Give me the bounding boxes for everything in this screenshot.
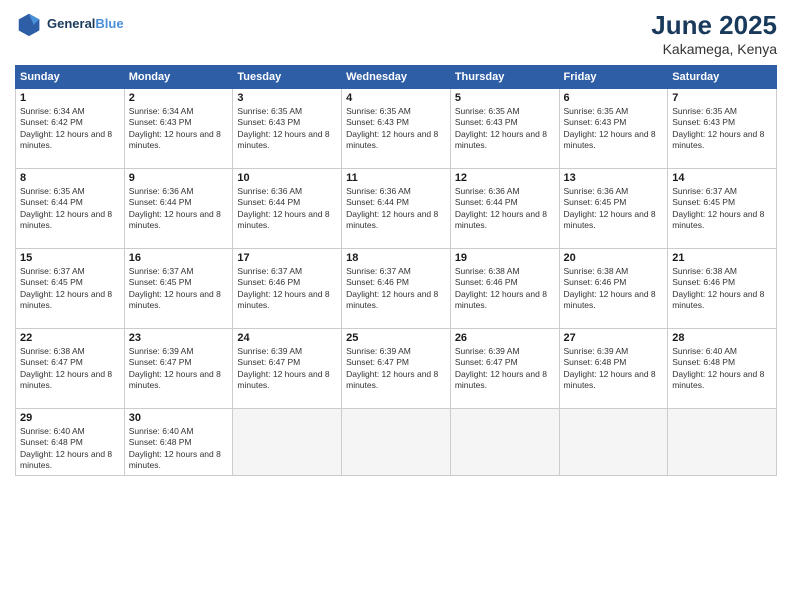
col-wednesday: Wednesday	[342, 66, 451, 89]
day-18: 18 Sunrise: 6:37 AMSunset: 6:46 PMDaylig…	[342, 249, 451, 329]
logo: GeneralBlue	[15, 10, 124, 38]
col-tuesday: Tuesday	[233, 66, 342, 89]
day-22: 22 Sunrise: 6:38 AMSunset: 6:47 PMDaylig…	[16, 329, 125, 409]
day-17: 17 Sunrise: 6:37 AMSunset: 6:46 PMDaylig…	[233, 249, 342, 329]
day-19: 19 Sunrise: 6:38 AMSunset: 6:46 PMDaylig…	[450, 249, 559, 329]
calendar-header-row: Sunday Monday Tuesday Wednesday Thursday…	[16, 66, 777, 89]
day-9: 9 Sunrise: 6:36 AMSunset: 6:44 PMDayligh…	[124, 169, 233, 249]
day-14: 14 Sunrise: 6:37 AMSunset: 6:45 PMDaylig…	[668, 169, 777, 249]
day-3: 3 Sunrise: 6:35 AMSunset: 6:43 PMDayligh…	[233, 89, 342, 169]
day-26: 26 Sunrise: 6:39 AMSunset: 6:47 PMDaylig…	[450, 329, 559, 409]
day-28: 28 Sunrise: 6:40 AMSunset: 6:48 PMDaylig…	[668, 329, 777, 409]
day-16: 16 Sunrise: 6:37 AMSunset: 6:45 PMDaylig…	[124, 249, 233, 329]
day-4: 4 Sunrise: 6:35 AMSunset: 6:43 PMDayligh…	[342, 89, 451, 169]
day-24: 24 Sunrise: 6:39 AMSunset: 6:47 PMDaylig…	[233, 329, 342, 409]
day-25: 25 Sunrise: 6:39 AMSunset: 6:47 PMDaylig…	[342, 329, 451, 409]
col-saturday: Saturday	[668, 66, 777, 89]
empty-cell-2	[342, 409, 451, 476]
logo-text: GeneralBlue	[47, 16, 124, 32]
day-23: 23 Sunrise: 6:39 AMSunset: 6:47 PMDaylig…	[124, 329, 233, 409]
week-row-1: 1 Sunrise: 6:34 AMSunset: 6:42 PMDayligh…	[16, 89, 777, 169]
day-27: 27 Sunrise: 6:39 AMSunset: 6:48 PMDaylig…	[559, 329, 668, 409]
day-29: 29 Sunrise: 6:40 AMSunset: 6:48 PMDaylig…	[16, 409, 125, 476]
day-11: 11 Sunrise: 6:36 AMSunset: 6:44 PMDaylig…	[342, 169, 451, 249]
day-8: 8 Sunrise: 6:35 AMSunset: 6:44 PMDayligh…	[16, 169, 125, 249]
day-20: 20 Sunrise: 6:38 AMSunset: 6:46 PMDaylig…	[559, 249, 668, 329]
day-15: 15 Sunrise: 6:37 AMSunset: 6:45 PMDaylig…	[16, 249, 125, 329]
empty-cell-5	[668, 409, 777, 476]
day-21: 21 Sunrise: 6:38 AMSunset: 6:46 PMDaylig…	[668, 249, 777, 329]
month-year: June 2025	[651, 10, 777, 41]
col-friday: Friday	[559, 66, 668, 89]
day-10: 10 Sunrise: 6:36 AMSunset: 6:44 PMDaylig…	[233, 169, 342, 249]
day-13: 13 Sunrise: 6:36 AMSunset: 6:45 PMDaylig…	[559, 169, 668, 249]
day-12: 12 Sunrise: 6:36 AMSunset: 6:44 PMDaylig…	[450, 169, 559, 249]
page: GeneralBlue June 2025 Kakamega, Kenya Su…	[0, 0, 792, 612]
day-7: 7 Sunrise: 6:35 AMSunset: 6:43 PMDayligh…	[668, 89, 777, 169]
day-1: 1 Sunrise: 6:34 AMSunset: 6:42 PMDayligh…	[16, 89, 125, 169]
col-thursday: Thursday	[450, 66, 559, 89]
day-5: 5 Sunrise: 6:35 AMSunset: 6:43 PMDayligh…	[450, 89, 559, 169]
day-2: 2 Sunrise: 6:34 AMSunset: 6:43 PMDayligh…	[124, 89, 233, 169]
logo-icon	[15, 10, 43, 38]
col-monday: Monday	[124, 66, 233, 89]
week-row-3: 15 Sunrise: 6:37 AMSunset: 6:45 PMDaylig…	[16, 249, 777, 329]
week-row-2: 8 Sunrise: 6:35 AMSunset: 6:44 PMDayligh…	[16, 169, 777, 249]
col-sunday: Sunday	[16, 66, 125, 89]
header: GeneralBlue June 2025 Kakamega, Kenya	[15, 10, 777, 57]
day-30: 30 Sunrise: 6:40 AMSunset: 6:48 PMDaylig…	[124, 409, 233, 476]
empty-cell-1	[233, 409, 342, 476]
location: Kakamega, Kenya	[651, 41, 777, 57]
week-row-5: 29 Sunrise: 6:40 AMSunset: 6:48 PMDaylig…	[16, 409, 777, 476]
day-6: 6 Sunrise: 6:35 AMSunset: 6:43 PMDayligh…	[559, 89, 668, 169]
title-block: June 2025 Kakamega, Kenya	[651, 10, 777, 57]
calendar-table: Sunday Monday Tuesday Wednesday Thursday…	[15, 65, 777, 476]
week-row-4: 22 Sunrise: 6:38 AMSunset: 6:47 PMDaylig…	[16, 329, 777, 409]
empty-cell-3	[450, 409, 559, 476]
empty-cell-4	[559, 409, 668, 476]
